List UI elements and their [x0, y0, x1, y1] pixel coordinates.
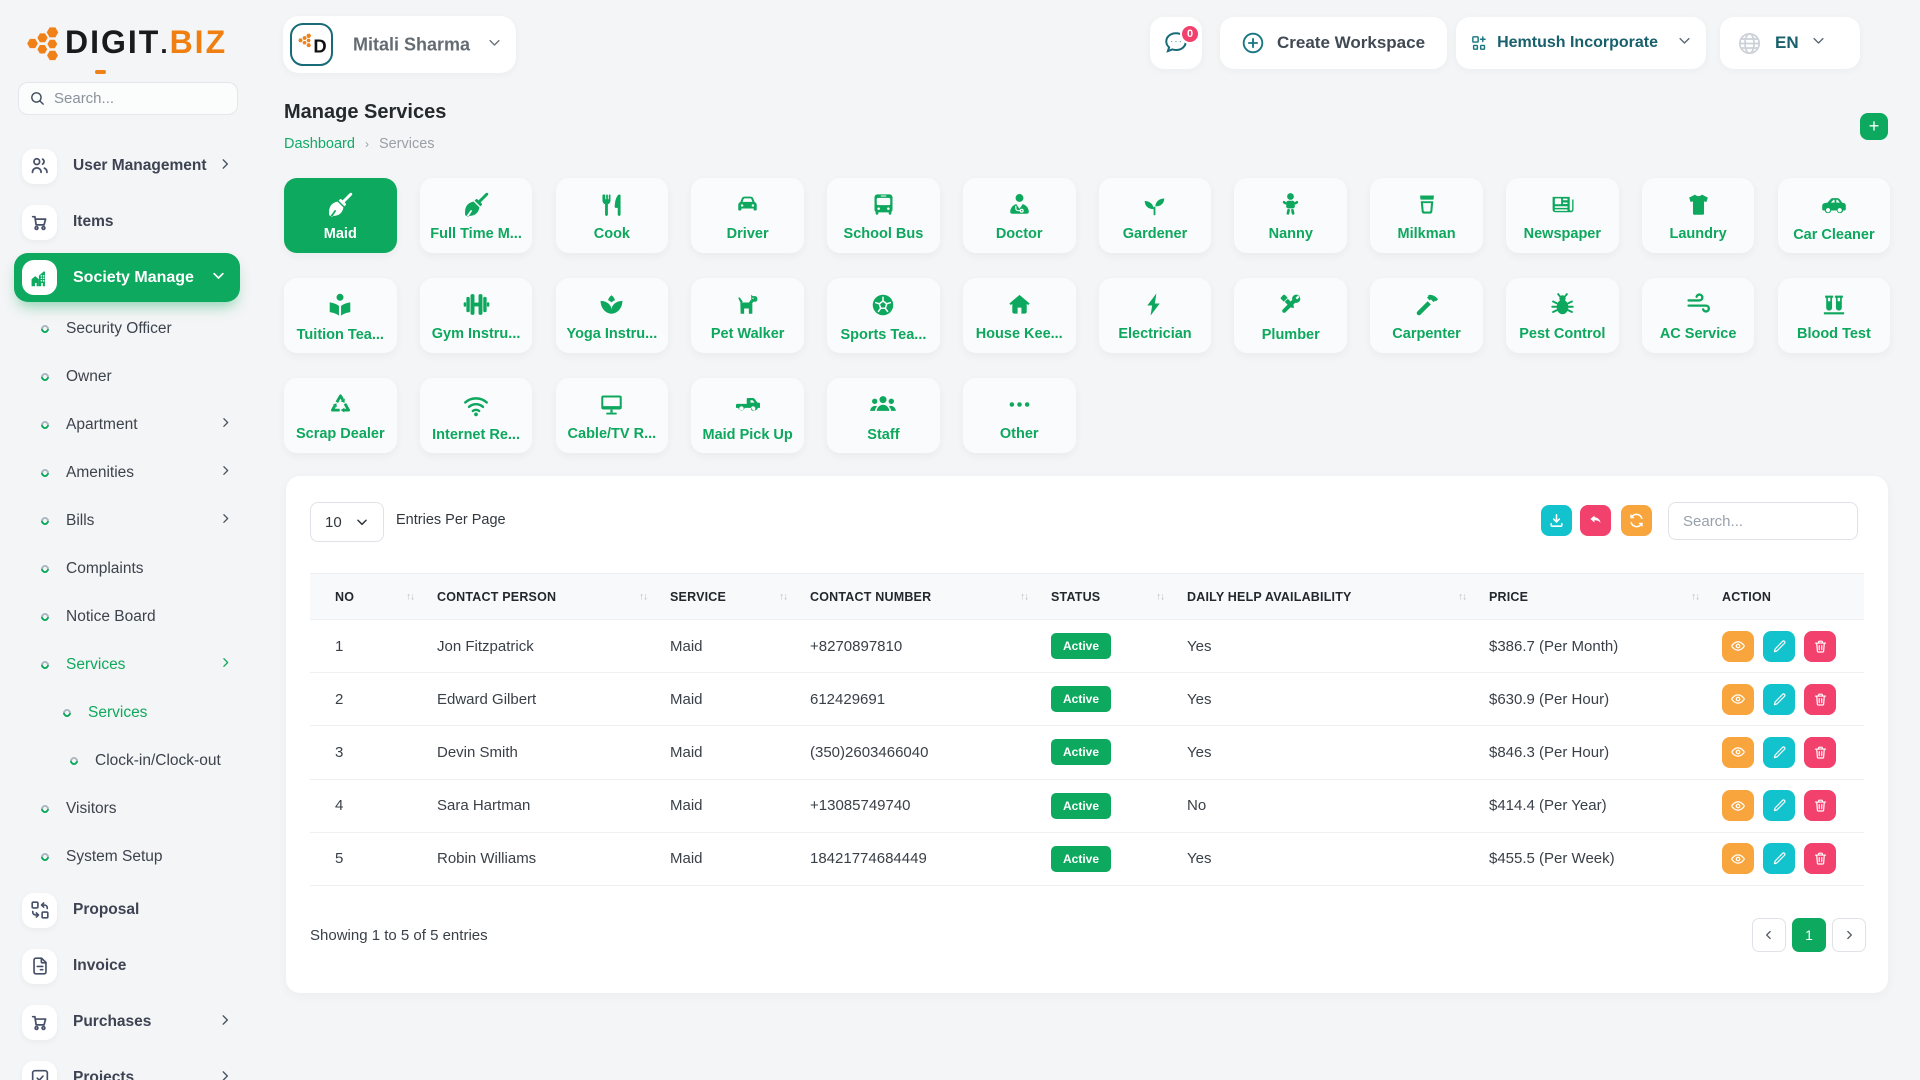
svg-text:D: D [313, 35, 326, 56]
